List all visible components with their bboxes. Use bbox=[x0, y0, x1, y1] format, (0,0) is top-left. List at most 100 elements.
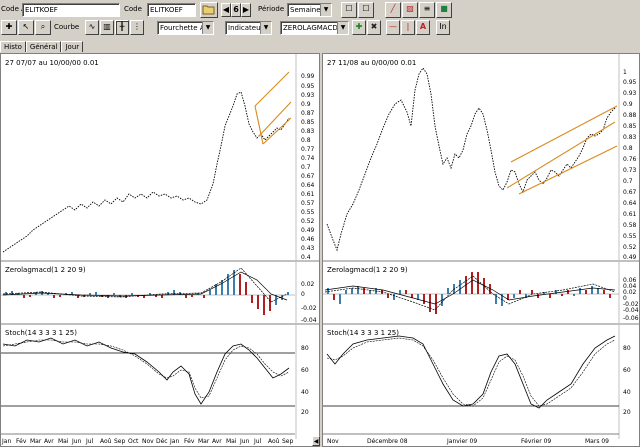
tick-label: 60 bbox=[301, 367, 309, 374]
bar-chart-icon: ▥ bbox=[103, 22, 111, 31]
tick-label: Jun bbox=[71, 438, 82, 445]
left-price-scale: 0.99 0.95 0.93 0.9 0.87 0.85 0.83 0.8 0.… bbox=[301, 73, 315, 261]
right-x-axis-labels: Nov Décembre 08 Janvier 09 Février 09 Ma… bbox=[327, 438, 609, 445]
tab-jour[interactable]: Jour bbox=[61, 41, 84, 52]
cursor-button[interactable]: ↖ bbox=[18, 20, 34, 35]
tick-label: 0.52 bbox=[301, 218, 315, 225]
diagonal-line-icon: ╱ bbox=[390, 4, 396, 13]
left-macd-header: Zerolagmacd(1 2 20 9) bbox=[5, 266, 86, 274]
remove-indicator-button[interactable]: ✖ bbox=[367, 20, 381, 35]
tick-label: 0.99 bbox=[301, 73, 315, 80]
candle-icon: ╫ bbox=[119, 22, 125, 31]
left-macd-histogram bbox=[5, 270, 289, 315]
in-button[interactable]: In bbox=[436, 20, 450, 35]
line-chart-button[interactable]: ∿ bbox=[85, 20, 99, 35]
periode-label: Période bbox=[258, 5, 285, 13]
tick-label: 0.87 bbox=[301, 110, 315, 117]
tick-label: Aoû bbox=[100, 438, 112, 445]
left-stoch-header: Stoch(14 3 3 3 1 25) bbox=[5, 329, 77, 337]
chevron-down-icon: ▼ bbox=[260, 22, 271, 34]
tick-label: 0.76 bbox=[623, 156, 637, 163]
tick-label: 0.7 bbox=[301, 164, 311, 171]
draw-hline-red-button[interactable]: ▨ bbox=[402, 2, 418, 18]
folder-open-button[interactable] bbox=[200, 2, 218, 18]
tick-label: 0.64 bbox=[301, 182, 315, 189]
vline-button[interactable]: | bbox=[401, 20, 415, 35]
check-button-2[interactable]: ☐ bbox=[358, 2, 374, 18]
page-number-button[interactable]: 6 bbox=[231, 3, 241, 17]
right-chart-panel[interactable]: 27 11/08 au 0/00/00 0.01 Zerolagmacd(1 2… bbox=[322, 53, 640, 447]
tick-label: Jun bbox=[239, 438, 250, 445]
left-stoch-scale: 80 60 40 20 bbox=[301, 345, 309, 416]
tick-label: -0.02 bbox=[301, 305, 317, 312]
tick-label: 20 bbox=[301, 409, 309, 416]
tick-label: Avr bbox=[44, 438, 54, 445]
add-indicator-button[interactable]: ✚ bbox=[352, 20, 366, 35]
save-chart-button[interactable]: ■ bbox=[436, 2, 452, 18]
candle-chart-button[interactable]: ╫ bbox=[115, 20, 129, 35]
tick-label: 0.52 bbox=[623, 244, 637, 251]
tick-label: Aoû bbox=[268, 438, 280, 445]
tick-label: Décembre 08 bbox=[367, 438, 408, 445]
tick-label: 0.77 bbox=[301, 146, 315, 153]
tick-label: 0.9 bbox=[301, 101, 311, 108]
tick-label: Jan bbox=[1, 438, 11, 445]
tick-label: 0.55 bbox=[301, 209, 315, 216]
crosshair-button[interactable]: ✚ bbox=[1, 20, 17, 35]
save-icon: ■ bbox=[440, 4, 448, 13]
vertical-line-icon: | bbox=[406, 22, 410, 31]
parallel-lines-button[interactable]: ≡ bbox=[419, 2, 435, 18]
annotate-button[interactable]: A bbox=[416, 20, 430, 35]
right-chart-svg[interactable]: 27 11/08 au 0/00/00 0.01 Zerolagmacd(1 2… bbox=[323, 54, 640, 447]
right-channel bbox=[506, 105, 618, 195]
tick-label: 0.85 bbox=[623, 123, 637, 130]
scroll-left-button[interactable]: ◀ bbox=[312, 436, 320, 446]
tick-label: 0.58 bbox=[623, 222, 637, 229]
indicateur-select[interactable]: Indicateur 1 ▼ bbox=[225, 21, 272, 35]
tick-label: 0.8 bbox=[301, 137, 311, 144]
tab-bar: Histo Général Jour bbox=[0, 41, 84, 52]
tick-label: -0.06 bbox=[623, 315, 639, 322]
tick-label: 60 bbox=[623, 367, 631, 374]
tick-label: Jan bbox=[169, 438, 179, 445]
right-price-line bbox=[326, 67, 616, 252]
tick-label: Déc bbox=[156, 438, 168, 445]
code1-input[interactable]: ELITKOEF bbox=[22, 3, 120, 17]
arrow-left-icon: ◀ bbox=[313, 438, 319, 445]
left-x-axis-labels: Jan Fév Mar Avr Mai Jun Jul Aoû Sep Oct … bbox=[1, 438, 294, 445]
zoom-button[interactable]: ⌕ bbox=[35, 20, 51, 35]
courbe-label: Courbe bbox=[54, 23, 80, 31]
left-chart-panel[interactable]: 27 07/07 au 10/00/00 0.01 Zerolagmacd(1 … bbox=[0, 53, 320, 447]
hline-button[interactable]: — bbox=[386, 20, 400, 35]
tick-label: 0.49 bbox=[301, 227, 315, 234]
horizontal-line-icon: — bbox=[389, 22, 397, 31]
left-chart-svg[interactable]: 27 07/07 au 10/00/00 0.01 Zerolagmacd(1 … bbox=[1, 54, 320, 447]
right-price-header: 27 11/08 au 0/00/00 0.01 bbox=[327, 59, 416, 67]
tick-label: 0.43 bbox=[301, 245, 315, 252]
left-price-header: 27 07/07 au 10/00/00 0.01 bbox=[5, 59, 99, 67]
tick-label: Février 09 bbox=[521, 438, 551, 445]
fourchette-select[interactable]: Fourchette Aire ▼ bbox=[157, 21, 214, 35]
tick-label: Sep bbox=[282, 438, 294, 445]
bar-chart-button[interactable]: ▥ bbox=[100, 20, 114, 35]
right-macd-histogram bbox=[327, 272, 611, 314]
tab-general[interactable]: Général bbox=[25, 41, 62, 52]
tab-histo[interactable]: Histo bbox=[0, 41, 26, 52]
tick-label: 0.46 bbox=[301, 236, 315, 243]
tick-label: 80 bbox=[623, 345, 631, 352]
tick-label: 0.8 bbox=[623, 145, 633, 152]
left-channel bbox=[254, 71, 292, 145]
code2-input[interactable]: ELITKOEF bbox=[147, 3, 196, 17]
tick-label: 0.7 bbox=[623, 178, 633, 185]
next-button[interactable]: ▶ bbox=[241, 3, 251, 17]
tick-label: 0.93 bbox=[623, 90, 637, 97]
point-chart-button[interactable]: ⋮ bbox=[130, 20, 144, 35]
tick-label: 0.4 bbox=[301, 254, 311, 261]
check-button-1[interactable]: ☐ bbox=[341, 2, 357, 18]
draw-line-red-button[interactable]: ╱ bbox=[385, 2, 401, 18]
periode-select[interactable]: Semaine ▼ bbox=[287, 3, 332, 17]
tick-label: 0.95 bbox=[623, 79, 637, 86]
arrow-left-icon: ◀ bbox=[222, 5, 230, 14]
indicator-name-select[interactable]: ZEROLAGMACD ▼ bbox=[280, 21, 349, 35]
prev-button[interactable]: ◀ bbox=[221, 3, 231, 17]
